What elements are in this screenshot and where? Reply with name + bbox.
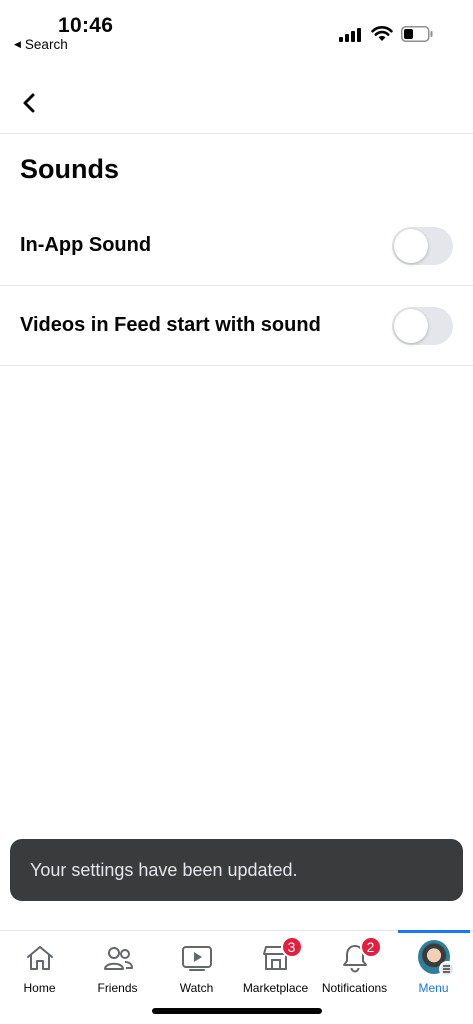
tab-marketplace[interactable]: 3 Marketplace <box>236 931 315 995</box>
status-back-label: Search <box>24 37 68 52</box>
header-divider <box>0 133 473 134</box>
tab-label: Friends <box>97 981 138 995</box>
friends-icon <box>103 947 133 970</box>
tab-label: Marketplace <box>242 981 309 995</box>
setting-row-in-app-sound: In-App Sound <box>0 206 473 286</box>
toggle-knob <box>394 308 428 343</box>
cellular-signal-icon <box>339 28 361 42</box>
status-bar: 10:46 ◀ Search <box>0 0 473 60</box>
marketplace-badge: 3 <box>280 936 303 958</box>
page-title: Sounds <box>20 154 119 184</box>
battery-icon <box>401 26 433 42</box>
tab-friends[interactable]: Friends <box>78 931 157 995</box>
home-indicator <box>152 1008 322 1014</box>
videos-feed-sound-toggle[interactable] <box>392 306 453 345</box>
status-time: 10:46 <box>58 14 114 37</box>
tab-notifications[interactable]: 2 Notifications <box>315 931 394 995</box>
chevron-left-icon <box>23 93 35 113</box>
setting-label: Videos in Feed start with sound <box>20 314 321 336</box>
avatar <box>417 940 455 977</box>
tab-label: Home <box>23 981 56 995</box>
wifi-icon <box>371 26 393 41</box>
tab-label: Notifications <box>321 981 388 995</box>
toast-message: Your settings have been updated. <box>30 859 298 880</box>
home-icon <box>26 946 53 970</box>
back-triangle-icon: ◀ <box>14 39 21 49</box>
setting-row-videos-sound: Videos in Feed start with sound <box>0 286 473 366</box>
tab-label: Menu <box>418 981 449 995</box>
notifications-badge: 2 <box>359 936 382 958</box>
tab-watch[interactable]: Watch <box>157 931 236 995</box>
in-app-sound-toggle[interactable] <box>392 226 453 265</box>
watch-icon <box>181 946 212 971</box>
menu-icon <box>438 961 455 977</box>
tab-menu[interactable]: Menu <box>394 931 473 995</box>
back-button[interactable] <box>12 86 46 120</box>
status-back-link[interactable]: ◀ Search <box>14 37 68 52</box>
tab-label: Watch <box>179 981 214 995</box>
tab-home[interactable]: Home <box>0 931 79 995</box>
toast-notification: Your settings have been updated. <box>10 839 463 901</box>
toggle-knob <box>394 228 428 263</box>
setting-label: In-App Sound <box>20 234 152 256</box>
